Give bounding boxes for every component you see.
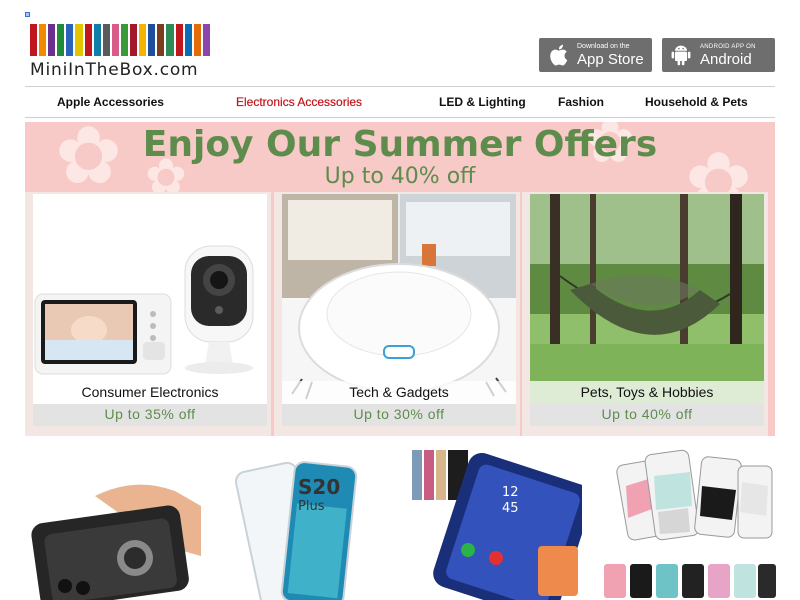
logo-bar [166,24,174,56]
hammock-image [530,194,764,404]
app-store-button[interactable]: Download on the App Store [539,38,652,72]
nav-item-led-lighting[interactable]: LED & Lighting [439,95,526,109]
rugged-phone-case-image [25,446,203,600]
flip-clock-text: 12 [502,485,519,500]
product-rugged-phone-case[interactable] [25,446,203,600]
robot-vacuum-image [282,194,516,404]
site-logo[interactable]: MiniInTheBox.com [30,24,215,82]
s20-plus-sublabel: Plus [298,499,325,514]
logo-bar [39,24,47,56]
logo-bar [66,24,74,56]
card-title: Consumer Electronics [33,381,267,404]
logo-bar [157,24,165,56]
banner-subtitle: Up to 40% off [324,164,476,189]
logo-bar [148,24,156,56]
promo-card-consumer-electronics[interactable]: Consumer Electronics Up to 35% off [25,192,271,436]
card-title: Pets, Toys & Hobbies [530,381,764,404]
promo-card-pets-toys-hobbies[interactable]: Pets, Toys & Hobbies Up to 40% off [522,192,768,436]
logo-bar [93,24,101,56]
logo-bar [120,24,129,56]
summer-offers-banner[interactable]: ✿ ✿ ✿ ✿ Enjoy Our Summer Offers Up to 40… [25,122,775,436]
logo-bar [102,24,110,56]
logo-bar [193,24,201,56]
corner-marker [25,12,30,17]
logo-barcode-icon [30,24,212,56]
nav-item-household-pets[interactable]: Household & Pets [645,95,748,109]
flip-clock-text: 45 [502,501,519,516]
card-title: Tech & Gadgets [282,381,516,404]
promo-card-tech-gadgets[interactable]: Tech & Gadgets Up to 30% off [274,192,520,436]
card-offer: Up to 40% off [530,404,764,426]
android-small-text: ANDROID APP ON [700,43,756,50]
android-icon [671,45,691,66]
logo-bar [48,24,56,56]
android-big-text: Android [700,50,752,68]
logo-bar [30,24,38,56]
marble-phone-cases-image [598,446,778,600]
baby-monitor-image [33,194,267,404]
mirror-flip-case-image: 12 45 [408,446,582,600]
s20-plus-label: S20 [298,475,340,499]
logo-bar [130,24,138,56]
product-mirror-flip-case[interactable]: 12 45 [408,446,582,600]
product-marble-phone-cases[interactable] [598,446,778,600]
apple-icon [550,44,568,66]
logo-bar [75,24,83,56]
product-clear-galaxy-case[interactable]: S20 Plus [232,446,372,600]
nav-item-electronics-accessories[interactable]: Electronics Accessories [236,95,362,109]
nav-item-fashion[interactable]: Fashion [558,95,604,109]
logo-text: MiniInTheBox.com [30,60,199,80]
logo-bar [175,24,183,56]
logo-bar [202,24,210,56]
android-app-button[interactable]: ANDROID APP ON Android [662,38,775,72]
banner-title: Enjoy Our Summer Offers [142,124,658,165]
logo-bar [57,24,65,56]
appstore-small-text: Download on the [577,42,630,50]
nav-item-apple-accessories[interactable]: Apple Accessories [57,95,164,109]
logo-bar [184,24,192,56]
logo-bar [111,24,119,56]
appstore-big-text: App Store [577,50,644,68]
clear-galaxy-case-image: S20 Plus [232,446,372,600]
card-offer: Up to 35% off [33,404,267,426]
card-offer: Up to 30% off [282,404,516,426]
category-nav: Apple Accessories Electronics Accessorie… [25,86,775,118]
logo-bar [84,24,92,56]
logo-bar [139,24,147,56]
